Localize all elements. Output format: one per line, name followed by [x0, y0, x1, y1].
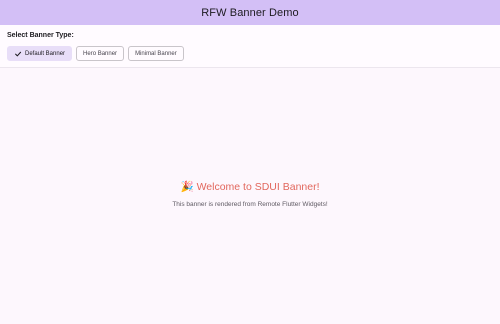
default-banner-chip[interactable]: Default Banner: [7, 46, 73, 61]
hero-banner-chip-label: Hero Banner: [83, 50, 118, 57]
selector-label: Select Banner Type:: [7, 32, 74, 39]
banner-subtitle: This banner is rendered from Remote Flut…: [172, 201, 328, 208]
check-icon: [15, 51, 22, 56]
app-bar: RFW Banner Demo: [0, 0, 500, 25]
banner-area: 🎉 Welcome to SDUI Banner! This banner is …: [0, 68, 500, 324]
minimal-banner-chip-label: Minimal Banner: [135, 50, 177, 57]
app-title: RFW Banner Demo: [201, 6, 299, 19]
banner-type-chips: Default Banner Hero Banner Minimal Banne…: [7, 46, 184, 61]
banner-title: 🎉 Welcome to SDUI Banner!: [0, 180, 500, 193]
banner-title-text: Welcome to SDUI Banner!: [196, 181, 320, 193]
hero-banner-chip[interactable]: Hero Banner: [76, 46, 125, 61]
banner-type-selector: Select Banner Type: Default Banner Hero …: [0, 25, 500, 67]
default-banner-chip-label: Default Banner: [25, 50, 66, 57]
minimal-banner-chip[interactable]: Minimal Banner: [128, 46, 184, 61]
party-popper-icon: 🎉: [180, 181, 194, 193]
